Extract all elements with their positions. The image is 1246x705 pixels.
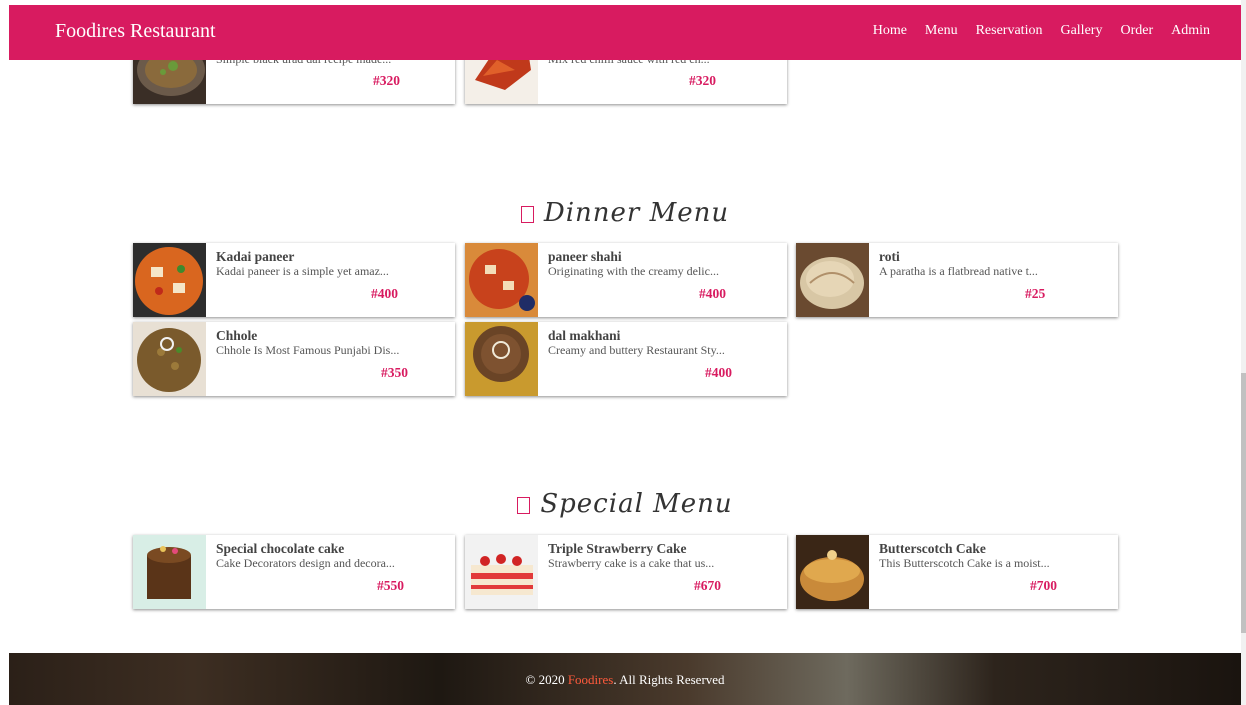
item-price: #400 <box>705 365 732 380</box>
item-price: #350 <box>381 365 408 380</box>
scrollbar-thumb[interactable] <box>1241 373 1246 633</box>
menu-card-paneer-shahi[interactable]: paneer shahi Originating with the creamy… <box>465 243 787 317</box>
item-description: Cake Decorators design and decora... <box>216 556 395 570</box>
special-heading-text: Special Menu <box>540 489 733 519</box>
food-image <box>133 243 206 317</box>
page: Simple black urad dal recipe made... #32… <box>9 5 1241 705</box>
food-image <box>465 243 538 317</box>
food-image <box>133 535 206 609</box>
item-title: Special chocolate cake <box>216 541 345 556</box>
section-icon <box>520 205 534 223</box>
dinner-menu-heading: Dinner Menu <box>9 198 1241 228</box>
menu-card-roti[interactable]: roti A paratha is a flatbread native t..… <box>796 243 1118 317</box>
item-price: #550 <box>377 578 404 593</box>
scrollbar[interactable] <box>1241 0 1246 705</box>
nav-gallery[interactable]: Gallery <box>1060 23 1102 39</box>
food-image <box>465 322 538 396</box>
nav-order[interactable]: Order <box>1120 23 1153 39</box>
menu-card-chhole[interactable]: Chhole Chhole Is Most Famous Punjabi Dis… <box>133 322 455 396</box>
menu-card-kadai-paneer[interactable]: Kadai paneer Kadai paneer is a simple ye… <box>133 243 455 317</box>
item-price: #25 <box>1025 286 1046 301</box>
footer-prefix: © 2020 <box>525 672 568 687</box>
food-image <box>796 243 869 317</box>
food-image <box>796 535 869 609</box>
nav-reservation[interactable]: Reservation <box>976 23 1043 39</box>
footer-copyright: © 2020 Foodires. All Rights Reserved <box>9 672 1241 688</box>
item-description: Chhole Is Most Famous Punjabi Dis... <box>216 343 400 357</box>
item-price: #320 <box>689 73 716 88</box>
item-price: #320 <box>373 73 400 88</box>
item-price: #670 <box>694 578 721 593</box>
item-description: A paratha is a flatbread native t... <box>879 264 1038 278</box>
item-title: dal makhani <box>548 328 621 343</box>
nav-home[interactable]: Home <box>873 23 907 39</box>
item-title: paneer shahi <box>548 249 622 264</box>
navbar: Foodires Restaurant Home Menu Reservatio… <box>9 5 1241 60</box>
item-description: This Butterscotch Cake is a moist... <box>879 556 1050 570</box>
footer: © 2020 Foodires. All Rights Reserved <box>9 653 1241 705</box>
item-description: Originating with the creamy delic... <box>548 264 719 278</box>
brand-logo[interactable]: Foodires Restaurant <box>55 20 216 43</box>
menu-card-butterscotch-cake[interactable]: Butterscotch Cake This Butterscotch Cake… <box>796 535 1118 609</box>
food-image <box>133 322 206 396</box>
dinner-heading-text: Dinner Menu <box>543 198 730 228</box>
nav-admin[interactable]: Admin <box>1171 23 1210 39</box>
item-description: Strawberry cake is a cake that us... <box>548 556 715 570</box>
footer-brand-link[interactable]: Foodires <box>568 672 614 687</box>
nav-menu[interactable]: Menu <box>925 23 958 39</box>
item-title: roti <box>879 249 900 264</box>
item-title: Butterscotch Cake <box>879 541 986 556</box>
section-icon <box>517 496 531 514</box>
item-title: Chhole <box>216 328 258 343</box>
item-price: #700 <box>1030 578 1057 593</box>
item-title: Kadai paneer <box>216 249 295 264</box>
item-description: Creamy and buttery Restaurant Sty... <box>548 343 725 357</box>
food-image <box>465 535 538 609</box>
menu-card-triple-strawberry-cake[interactable]: Triple Strawberry Cake Strawberry cake i… <box>465 535 787 609</box>
item-title: Triple Strawberry Cake <box>548 541 687 556</box>
item-price: #400 <box>371 286 398 301</box>
menu-card-special-chocolate-cake[interactable]: Special chocolate cake Cake Decorators d… <box>133 535 455 609</box>
special-menu-heading: Special Menu <box>9 489 1241 519</box>
item-description: Kadai paneer is a simple yet amaz... <box>216 264 389 278</box>
item-price: #400 <box>699 286 726 301</box>
menu-card-dal-makhani[interactable]: dal makhani Creamy and buttery Restauran… <box>465 322 787 396</box>
footer-suffix: . All Rights Reserved <box>613 672 725 687</box>
nav-links: Home Menu Reservation Gallery Order Admi… <box>873 23 1210 39</box>
